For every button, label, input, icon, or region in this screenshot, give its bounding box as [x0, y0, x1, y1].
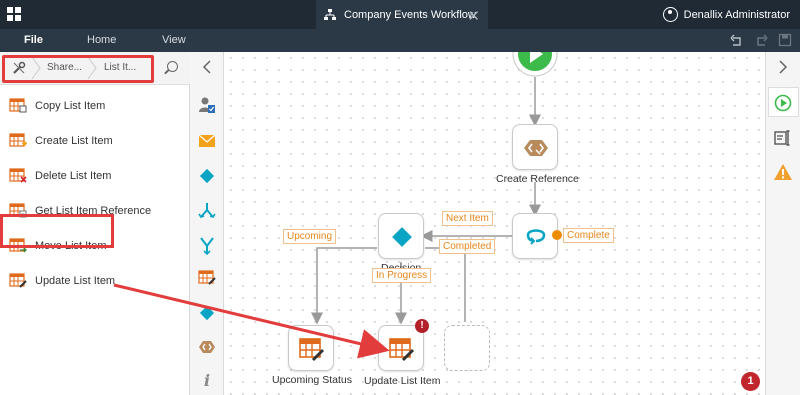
empty-drop-target[interactable]: [444, 325, 490, 371]
notification-badge[interactable]: 1: [741, 372, 760, 391]
error-indicator-icon[interactable]: !: [415, 319, 429, 333]
start-node-icon[interactable]: [512, 52, 558, 78]
svg-text:i: i: [204, 371, 210, 388]
outcome-next-item[interactable]: Next Item: [442, 211, 493, 226]
list-item-label: Copy List Item: [35, 100, 106, 112]
save-icon[interactable]: [778, 33, 792, 47]
title-bar: Company Events Workflow ✕ Denallix Admin…: [0, 0, 800, 29]
outcome-upcoming[interactable]: Upcoming: [283, 229, 337, 244]
list-item[interactable]: Update List Item: [0, 263, 190, 298]
menu-view[interactable]: View: [162, 34, 186, 46]
user-task-icon[interactable]: [198, 96, 216, 114]
decision-icon: [392, 227, 412, 247]
upcoming-status-node[interactable]: [288, 325, 334, 371]
delete-list-item-icon: [9, 168, 27, 183]
logic-icon[interactable]: [198, 304, 216, 322]
update-list-item-label: Update List Item: [364, 375, 441, 387]
properties-icon[interactable]: [774, 129, 792, 147]
outcome-complete[interactable]: Complete: [563, 228, 614, 243]
menu-home[interactable]: Home: [87, 34, 116, 46]
decision-icon[interactable]: [198, 167, 216, 185]
toolbox-strip: i: [190, 52, 224, 395]
info-icon[interactable]: i: [198, 370, 216, 388]
play-icon[interactable]: [774, 94, 792, 112]
merge-icon[interactable]: [198, 237, 216, 255]
list-item-category-icon[interactable]: [198, 268, 216, 286]
warning-icon[interactable]: [773, 163, 793, 181]
list-item[interactable]: Copy List Item: [0, 88, 190, 123]
update-list-item-icon: [389, 338, 415, 362]
upcoming-status-label: Upcoming Status: [272, 374, 352, 386]
annotation-highlight-breadcrumb: [2, 55, 154, 83]
loop-node[interactable]: [512, 213, 558, 259]
user-avatar-icon: [662, 7, 678, 22]
email-icon[interactable]: [198, 132, 216, 150]
user-menu[interactable]: Denallix Administrator: [662, 0, 790, 29]
annotation-highlight-update-list-item: [0, 214, 114, 248]
reference-icon: [524, 140, 548, 156]
menu-file[interactable]: File: [24, 34, 43, 46]
list-item[interactable]: Create List Item: [0, 123, 190, 158]
list-item-label: Update List Item: [35, 275, 116, 287]
reference-icon[interactable]: [198, 338, 216, 356]
app-launcher-icon[interactable]: [7, 7, 21, 21]
redo-icon[interactable]: [754, 33, 768, 47]
right-properties-bar: [765, 52, 800, 395]
list-item[interactable]: Delete List Item: [0, 158, 190, 193]
create-list-item-icon: [9, 133, 27, 147]
collapse-panel-icon[interactable]: [202, 60, 212, 77]
tab-company-events-workflow[interactable]: Company Events Workflow ✕: [316, 0, 488, 29]
complete-outcome-dot[interactable]: [552, 230, 562, 240]
split-icon[interactable]: [198, 202, 216, 220]
create-reference-node[interactable]: [512, 124, 558, 170]
update-list-item-icon: [9, 273, 27, 288]
tab-title: Company Events Workflow: [344, 8, 476, 21]
user-name: Denallix Administrator: [683, 8, 790, 21]
outcome-in-progress[interactable]: In Progress: [372, 268, 432, 283]
expand-panel-icon[interactable]: [778, 60, 788, 77]
menu-bar: File Home View: [0, 29, 800, 52]
loop-icon: [526, 229, 546, 245]
decision-node[interactable]: [378, 213, 424, 259]
list-item-label: Delete List Item: [35, 170, 112, 182]
copy-list-item-icon: [9, 98, 27, 113]
update-list-item-node[interactable]: [378, 325, 424, 371]
workflow-icon: [324, 8, 336, 20]
close-tab-icon[interactable]: ✕: [467, 7, 480, 25]
create-reference-label: Create Reference: [496, 173, 579, 185]
list-item-label: Create List Item: [35, 135, 113, 147]
workflow-canvas[interactable]: Create Reference Complete Next Item Deci…: [225, 52, 765, 395]
breadcrumb: Share... List It...: [0, 52, 190, 85]
search-icon[interactable]: [167, 61, 178, 72]
undo-icon[interactable]: [730, 33, 744, 47]
update-list-item-icon: [299, 338, 325, 362]
outcome-completed[interactable]: Completed: [439, 239, 496, 254]
